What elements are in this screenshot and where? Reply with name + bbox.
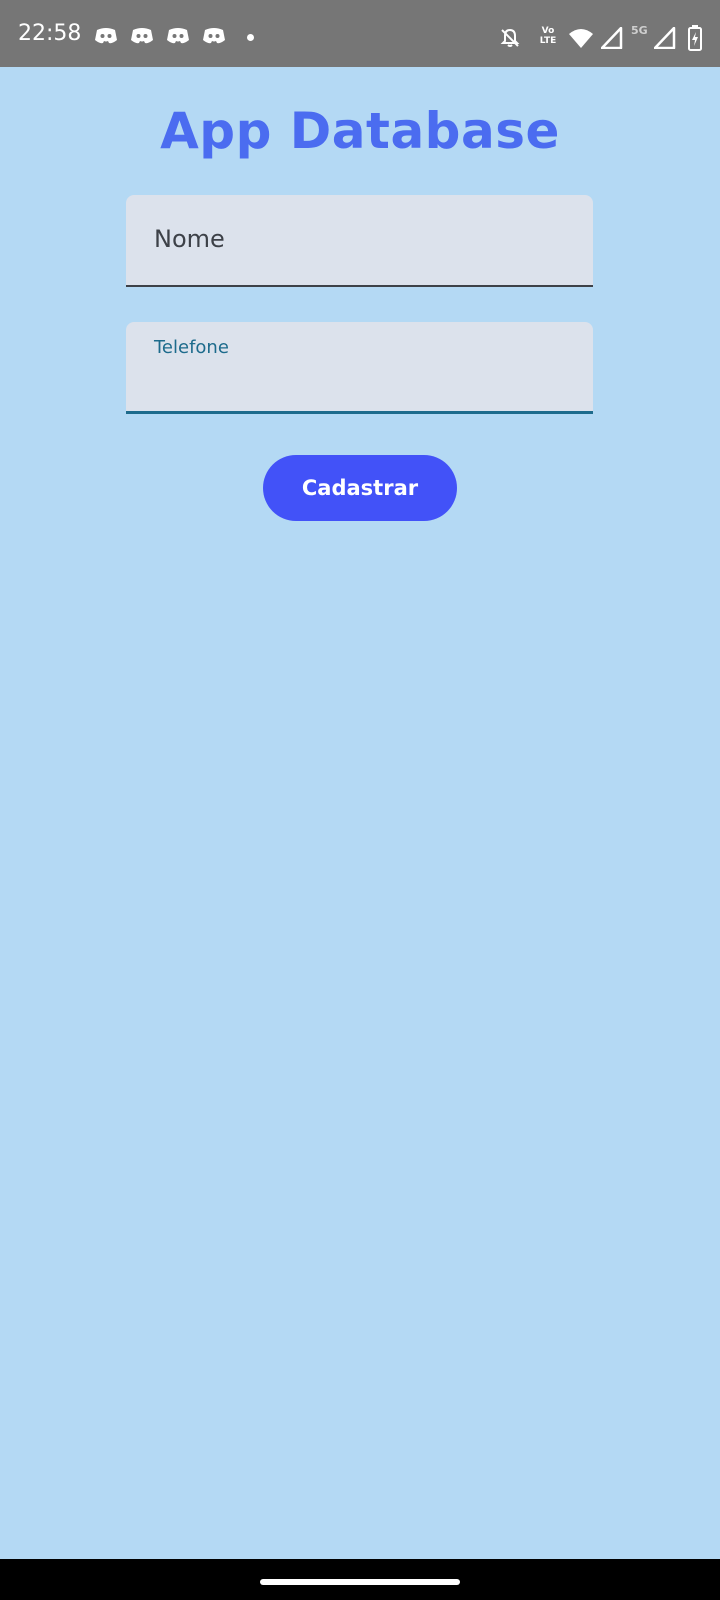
cell-signal-5g-icon — [654, 27, 676, 49]
discord-icon — [167, 28, 189, 44]
wifi-icon — [569, 29, 593, 48]
more-notifications-dot-icon — [247, 34, 254, 41]
discord-icon — [131, 28, 153, 44]
status-bar: 22:58 Vo LTE 5G — [0, 0, 720, 67]
discord-icon — [203, 28, 225, 44]
volte-lte-icon: Vo LTE — [535, 26, 561, 46]
discord-icon — [95, 28, 117, 44]
cell-signal-icon — [601, 27, 623, 49]
app-screen: 22:58 Vo LTE 5G App Database Nome Telefo… — [0, 0, 720, 1600]
home-gesture-handle[interactable] — [260, 1579, 460, 1585]
battery-charging-icon — [688, 25, 702, 51]
volte-label-top: Vo — [541, 26, 555, 36]
nome-field[interactable]: Nome — [126, 195, 593, 287]
volte-label-bottom: LTE — [539, 36, 557, 46]
bell-off-icon — [500, 28, 520, 47]
network-type-label: 5G — [631, 24, 648, 37]
navigation-bar — [0, 1559, 720, 1600]
telefone-input[interactable] — [154, 368, 564, 402]
cadastrar-button[interactable]: Cadastrar — [263, 455, 457, 521]
nome-placeholder: Nome — [154, 225, 225, 253]
telefone-label: Telefone — [154, 337, 229, 358]
telefone-field[interactable]: Telefone — [126, 322, 593, 414]
status-time: 22:58 — [18, 21, 82, 46]
page-title: App Database — [160, 102, 560, 160]
